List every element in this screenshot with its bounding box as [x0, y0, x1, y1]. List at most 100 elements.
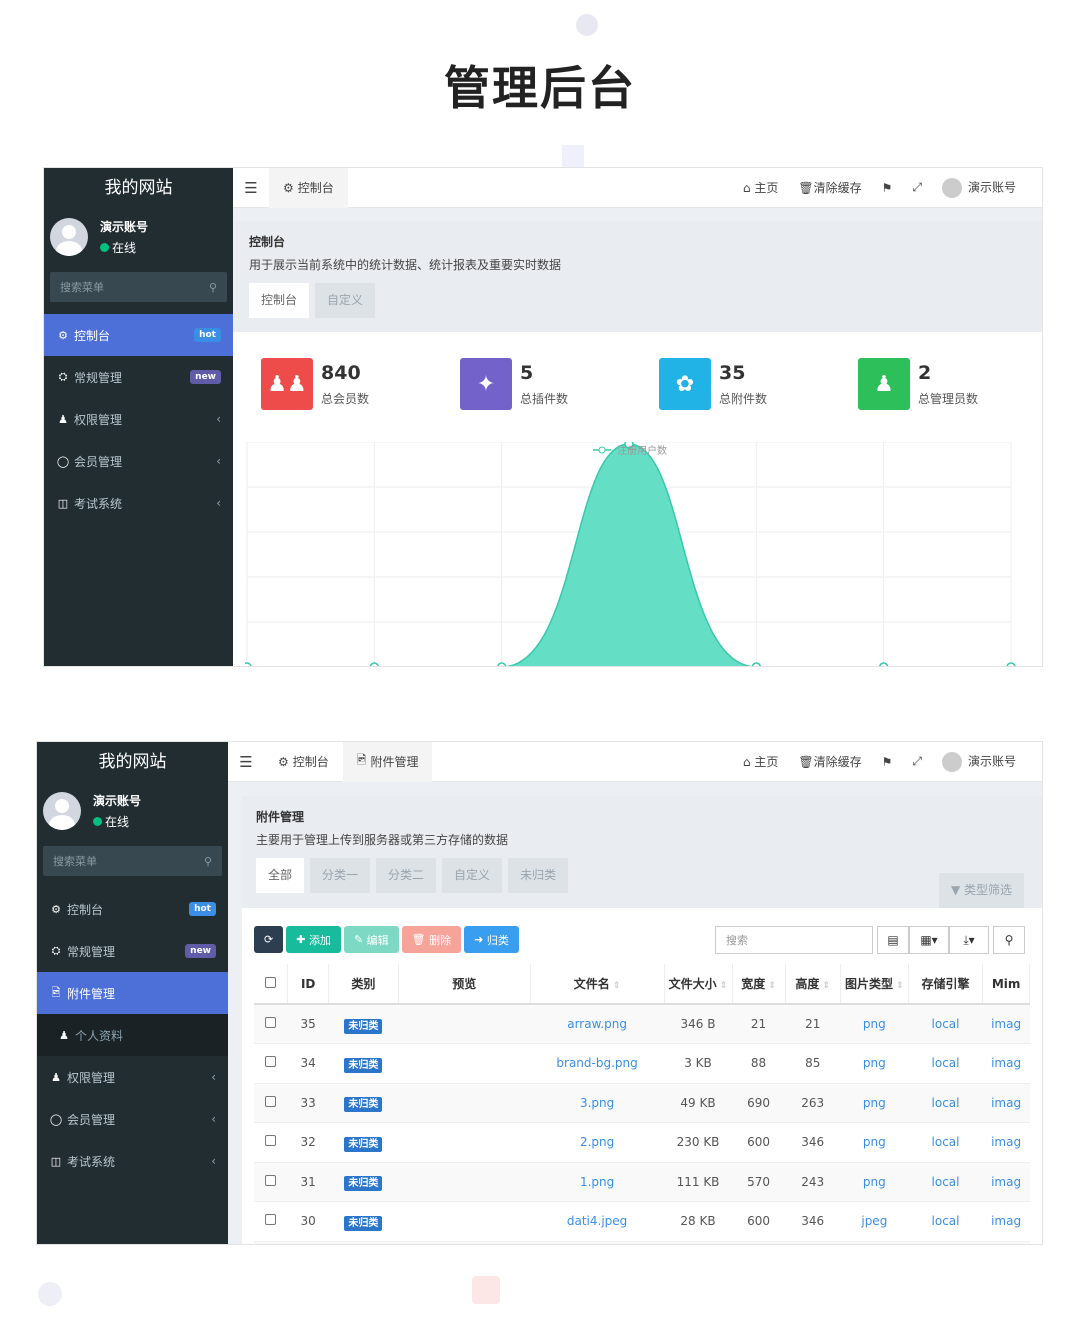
menu-search-input[interactable]: 搜索菜单 ⚲: [43, 846, 222, 876]
row-checkbox[interactable]: [254, 1122, 288, 1162]
storage-link[interactable]: local: [932, 1135, 960, 1149]
export-dropdown-icon[interactable]: ⤓▾: [949, 926, 989, 954]
search-button-icon[interactable]: ⚲: [993, 926, 1025, 954]
panel-tab[interactable]: 分类二: [376, 858, 437, 893]
data-point[interactable]: [1006, 662, 1016, 667]
mime-link[interactable]: imag: [991, 1056, 1021, 1070]
sidebar-item[interactable]: ⚙ 控制台 hot: [44, 314, 233, 356]
filename-link[interactable]: arraw.png: [567, 1017, 627, 1031]
storage-link[interactable]: local: [932, 1056, 960, 1070]
imagetype-link[interactable]: png: [863, 1096, 886, 1110]
sidebar-item[interactable]: ♟ 权限管理 ‹: [44, 398, 233, 440]
table-row[interactable]: 35 未归类 arraw.png 346 B 21 21 png local imag: [254, 1003, 1030, 1044]
sidebar-item[interactable]: ⛭ 常规管理 new: [37, 930, 228, 972]
category-tag[interactable]: 未归类: [344, 1136, 383, 1152]
sidebar-item[interactable]: 🖻 附件管理: [37, 972, 228, 1014]
panel-tab[interactable]: 未归类: [508, 858, 569, 893]
storage-link[interactable]: local: [932, 1017, 960, 1031]
menu-toggle-icon[interactable]: ☰: [228, 753, 264, 771]
language-icon[interactable]: ⚑: [882, 181, 893, 195]
sidebar-item[interactable]: ◫ 考试系统 ‹: [44, 482, 233, 524]
edit-button[interactable]: ✎ 编辑: [343, 926, 399, 953]
column-header[interactable]: 图片类型 ⇕: [840, 964, 909, 1005]
mime-link[interactable]: imag: [991, 1175, 1021, 1189]
clear-cache-button[interactable]: 🗑清除缓存: [798, 179, 861, 196]
column-header[interactable]: 文件大小 ⇕: [664, 964, 733, 1005]
panel-tab[interactable]: 分类一: [310, 858, 371, 893]
columns-dropdown-icon[interactable]: ▦▾: [909, 926, 949, 954]
filename-link[interactable]: brand-bg.png: [556, 1056, 637, 1070]
site-logo[interactable]: 我的网站: [44, 168, 233, 208]
add-button[interactable]: ✚ 添加: [286, 926, 341, 953]
classify-button[interactable]: ➜ 归类: [464, 926, 519, 953]
data-point[interactable]: [879, 662, 889, 667]
imagetype-link[interactable]: png: [863, 1017, 886, 1031]
storage-link[interactable]: local: [932, 1175, 960, 1189]
account-menu[interactable]: 演示账号: [941, 751, 1016, 772]
panel-tab[interactable]: 自定义: [442, 858, 503, 893]
fullscreen-icon[interactable]: ⤢: [912, 180, 922, 195]
home-link[interactable]: ⌂ 主页: [743, 179, 778, 196]
column-header[interactable]: 高度 ⇕: [785, 964, 841, 1005]
table-row[interactable]: 33 未归类 3.png 49 KB 690 263 png local imag: [254, 1082, 1030, 1123]
data-point[interactable]: [497, 662, 507, 667]
sidebar-item[interactable]: ⚙ 控制台 hot: [37, 888, 228, 930]
row-checkbox[interactable]: [254, 1003, 288, 1044]
toggle-view-icon[interactable]: ▤: [877, 926, 909, 954]
imagetype-link[interactable]: png: [863, 1056, 886, 1070]
chart-legend[interactable]: 注册用户数: [617, 444, 667, 457]
imagetype-link[interactable]: png: [863, 1135, 886, 1149]
fullscreen-icon[interactable]: ⤢: [912, 754, 922, 769]
table-row[interactable]: 29未归类 dati3.png106 KB570243pnglocalimag: [254, 1240, 1030, 1244]
category-tag[interactable]: 未归类: [344, 1215, 383, 1231]
sidebar-item[interactable]: ◫ 考试系统 ‹: [37, 1140, 228, 1182]
category-tag[interactable]: 未归类: [344, 1018, 383, 1034]
storage-link[interactable]: local: [932, 1096, 960, 1110]
category-tag[interactable]: 未归类: [344, 1057, 383, 1073]
sidebar-item[interactable]: ◯ 会员管理 ‹: [37, 1098, 228, 1140]
data-point[interactable]: [751, 662, 761, 667]
mime-link[interactable]: imag: [991, 1214, 1021, 1228]
sidebar-item[interactable]: ♟ 个人资料: [37, 1014, 228, 1056]
filename-link[interactable]: 1.png: [580, 1175, 614, 1189]
imagetype-link[interactable]: jpeg: [861, 1214, 887, 1228]
data-point[interactable]: [245, 662, 252, 667]
delete-button[interactable]: 🗑 删除: [401, 926, 462, 953]
table-row[interactable]: 30 未归类 dati4.jpeg 28 KB 600 346 jpeg local imag: [254, 1201, 1030, 1241]
clear-cache-button[interactable]: 🗑清除缓存: [798, 753, 861, 770]
panel-tab[interactable]: 自定义: [315, 283, 376, 318]
panel-tab[interactable]: 控制台: [249, 283, 310, 318]
panel-tab[interactable]: 全部: [256, 858, 305, 893]
sidebar-item[interactable]: ♟ 权限管理 ‹: [37, 1056, 228, 1098]
imagetype-link[interactable]: png: [863, 1175, 886, 1189]
mime-link[interactable]: imag: [991, 1096, 1021, 1110]
sidebar-item[interactable]: ⛭ 常规管理 new: [44, 356, 233, 398]
row-checkbox[interactable]: [254, 1240, 288, 1244]
category-tag[interactable]: 未归类: [344, 1097, 383, 1113]
table-search-input[interactable]: 搜索: [715, 926, 873, 954]
account-menu[interactable]: 演示账号: [941, 177, 1016, 198]
tab-dashboard[interactable]: ⚙ 控制台: [264, 742, 343, 782]
home-link[interactable]: ⌂ 主页: [743, 753, 778, 770]
row-checkbox[interactable]: [254, 1201, 288, 1241]
table-row[interactable]: 31 未归类 1.png 111 KB 570 243 png local imag: [254, 1161, 1030, 1202]
sidebar-item[interactable]: ◯ 会员管理 ‹: [44, 440, 233, 482]
tab-dashboard[interactable]: ⚙ 控制台: [269, 168, 348, 208]
select-all-checkbox[interactable]: [254, 964, 289, 1005]
row-checkbox[interactable]: [254, 1082, 288, 1123]
row-checkbox[interactable]: [254, 1161, 288, 1202]
mime-link[interactable]: imag: [991, 1135, 1021, 1149]
storage-link[interactable]: local: [932, 1214, 960, 1228]
menu-search-input[interactable]: 搜索菜单 ⚲: [50, 272, 227, 302]
type-filter-button[interactable]: ▼ 类型筛选: [938, 873, 1024, 908]
menu-toggle-icon[interactable]: ☰: [233, 179, 269, 197]
row-checkbox[interactable]: [254, 1043, 288, 1083]
table-row[interactable]: 32 未归类 2.png 230 KB 600 346 png local imag: [254, 1122, 1030, 1162]
tab-attachment[interactable]: 🖻 附件管理: [342, 742, 433, 782]
column-header[interactable]: 宽度 ⇕: [732, 964, 786, 1005]
filename-link[interactable]: 3.png: [580, 1096, 614, 1110]
category-tag[interactable]: 未归类: [344, 1176, 383, 1192]
filename-link[interactable]: 2.png: [580, 1135, 614, 1149]
mime-link[interactable]: imag: [991, 1017, 1021, 1031]
refresh-button[interactable]: ⟳: [254, 926, 284, 953]
